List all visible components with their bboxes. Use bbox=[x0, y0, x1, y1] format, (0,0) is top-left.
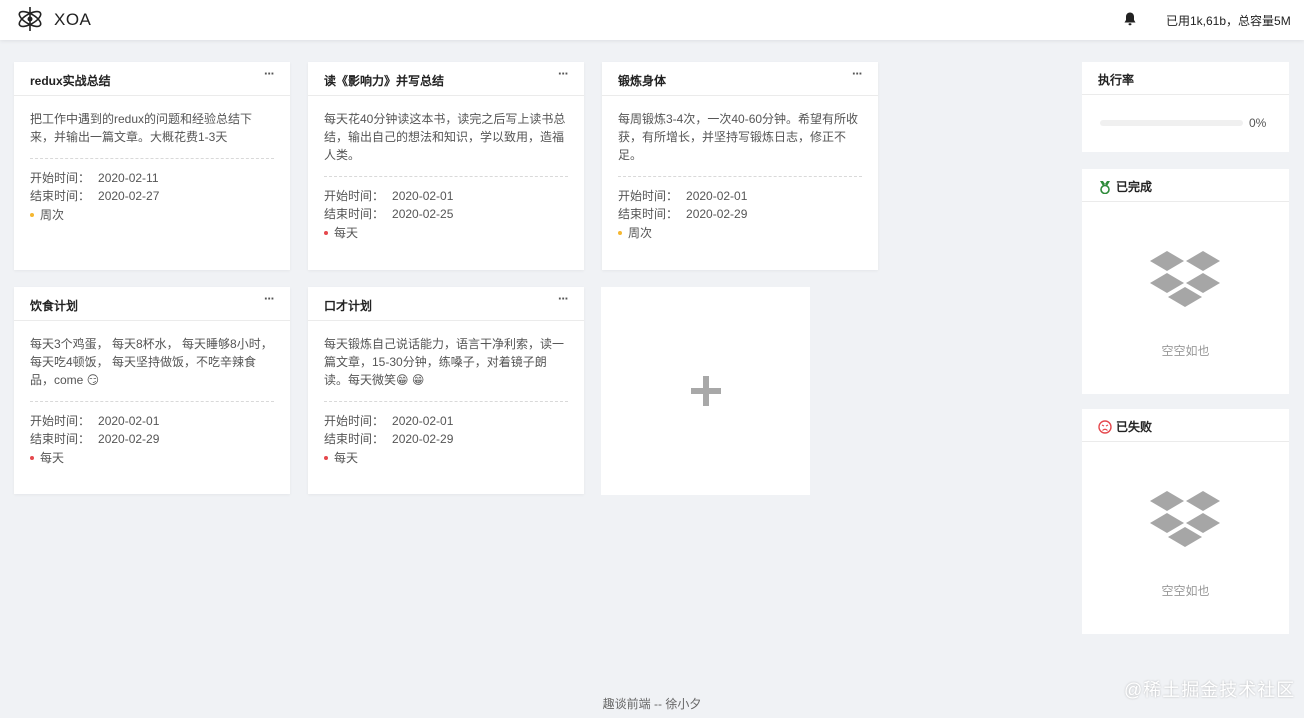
panel-title: 执行率 bbox=[1098, 73, 1135, 87]
empty-box-icon bbox=[1150, 491, 1220, 547]
task-card: 饮食计划 ··· 每天3个鸡蛋， 每天8杯水， 每天睡够8小时，每天吃4顿饭， … bbox=[14, 287, 290, 494]
task-card: redux实战总结 ··· 把工作中遇到的redux的问题和经验总结下来，并输出… bbox=[14, 62, 290, 270]
more-icon[interactable]: ··· bbox=[264, 291, 275, 306]
panel-title: 已完成 bbox=[1116, 180, 1153, 194]
card-title: redux实战总结 bbox=[30, 74, 111, 88]
add-task-card[interactable] bbox=[601, 287, 810, 495]
card-header: 口才计划 ··· bbox=[308, 287, 584, 321]
card-description: 每天锻炼自己说话能力，语言干净利索，读一篇文章，15-30分钟，练嗓子，对着镜子… bbox=[324, 335, 568, 402]
frequency-dot bbox=[618, 230, 622, 235]
end-label: 结束时间： bbox=[30, 432, 91, 446]
task-card: 口才计划 ··· 每天锻炼自己说话能力，语言干净利索，读一篇文章，15-30分钟… bbox=[308, 287, 584, 494]
end-label: 结束时间： bbox=[324, 207, 385, 221]
start-label: 开始时间： bbox=[618, 189, 679, 203]
frequency-label: 每天 bbox=[40, 451, 65, 465]
start-date: 2020-02-01 bbox=[686, 189, 748, 203]
card-description: 每天花40分钟读这本书，读完之后写上读书总结，输出自己的想法和知识，学以致用，造… bbox=[324, 110, 568, 177]
top-header: XOA 已用1k,61b，总容量5M bbox=[0, 0, 1304, 40]
card-title: 读《影响力》并写总结 bbox=[324, 74, 445, 88]
frequency-dot bbox=[30, 212, 34, 217]
progress-bar bbox=[1100, 120, 1243, 126]
end-label: 结束时间： bbox=[30, 189, 91, 203]
card-description: 每周锻炼3-4次，一次40-60分钟。希望有所收获，有所增长，并坚持写锻炼日志，… bbox=[618, 110, 862, 177]
more-icon[interactable]: ··· bbox=[558, 291, 569, 306]
start-date: 2020-02-01 bbox=[392, 414, 454, 428]
failed-panel: 已失败 空空如也 bbox=[1082, 409, 1289, 634]
end-label: 结束时间： bbox=[618, 207, 679, 221]
start-label: 开始时间： bbox=[324, 189, 385, 203]
empty-text: 空空如也 bbox=[1161, 584, 1210, 598]
logo-icon[interactable] bbox=[16, 5, 44, 33]
card-header: 读《影响力》并写总结 ··· bbox=[308, 62, 584, 96]
card-title: 饮食计划 bbox=[30, 299, 79, 313]
panel-title: 已失败 bbox=[1116, 420, 1153, 434]
bell-icon[interactable] bbox=[1122, 11, 1138, 27]
end-date: 2020-02-29 bbox=[686, 207, 748, 221]
more-icon[interactable]: ··· bbox=[852, 66, 863, 81]
end-date: 2020-02-29 bbox=[98, 432, 160, 446]
medal-icon bbox=[1100, 180, 1110, 194]
app-title: XOA bbox=[54, 10, 92, 29]
watermark: @稀土掘金技术社区 bbox=[1124, 680, 1296, 700]
more-icon[interactable]: ··· bbox=[558, 66, 569, 81]
start-label: 开始时间： bbox=[324, 414, 385, 428]
card-description: 每天3个鸡蛋， 每天8杯水， 每天睡够8小时，每天吃4顿饭， 每天坚持做饭，不吃… bbox=[30, 335, 274, 402]
completed-panel: 已完成 空空如也 bbox=[1082, 169, 1289, 394]
progress-percent: 0% bbox=[1249, 116, 1267, 130]
execution-rate-panel: 执行率 0% bbox=[1082, 62, 1289, 152]
frequency-label: 周次 bbox=[40, 208, 65, 222]
frequency-dot bbox=[30, 455, 34, 460]
empty-text: 空空如也 bbox=[1161, 344, 1210, 358]
task-card: 锻炼身体 ··· 每周锻炼3-4次，一次40-60分钟。希望有所收获，有所增长，… bbox=[602, 62, 878, 270]
footer-text: 趣谈前端 -- 徐小夕 bbox=[602, 697, 702, 711]
frequency-dot bbox=[324, 455, 328, 460]
storage-usage: 已用1k,61b，总容量5M bbox=[1166, 14, 1291, 28]
card-title: 口才计划 bbox=[324, 299, 373, 313]
more-icon[interactable]: ··· bbox=[264, 66, 275, 81]
card-title: 锻炼身体 bbox=[618, 74, 667, 88]
frequency-dot bbox=[324, 230, 328, 235]
sad-face-icon bbox=[1098, 419, 1112, 434]
frequency-label: 每天 bbox=[334, 226, 359, 240]
card-header: redux实战总结 ··· bbox=[14, 62, 290, 96]
end-date: 2020-02-25 bbox=[392, 207, 454, 221]
card-header: 锻炼身体 ··· bbox=[602, 62, 878, 96]
card-description: 把工作中遇到的redux的问题和经验总结下来，并输出一篇文章。大概花费1-3天 bbox=[30, 110, 274, 159]
start-date: 2020-02-11 bbox=[98, 171, 159, 185]
card-header: 饮食计划 ··· bbox=[14, 287, 290, 321]
start-label: 开始时间： bbox=[30, 171, 91, 185]
start-label: 开始时间： bbox=[30, 414, 91, 428]
frequency-label: 每天 bbox=[334, 451, 359, 465]
empty-box-icon bbox=[1150, 251, 1220, 307]
frequency-label: 周次 bbox=[628, 226, 653, 240]
end-date: 2020-02-29 bbox=[392, 432, 454, 446]
plus-icon bbox=[691, 376, 721, 406]
task-card: 读《影响力》并写总结 ··· 每天花40分钟读这本书，读完之后写上读书总结，输出… bbox=[308, 62, 584, 270]
end-date: 2020-02-27 bbox=[98, 189, 160, 203]
start-date: 2020-02-01 bbox=[392, 189, 454, 203]
start-date: 2020-02-01 bbox=[98, 414, 160, 428]
end-label: 结束时间： bbox=[324, 432, 385, 446]
